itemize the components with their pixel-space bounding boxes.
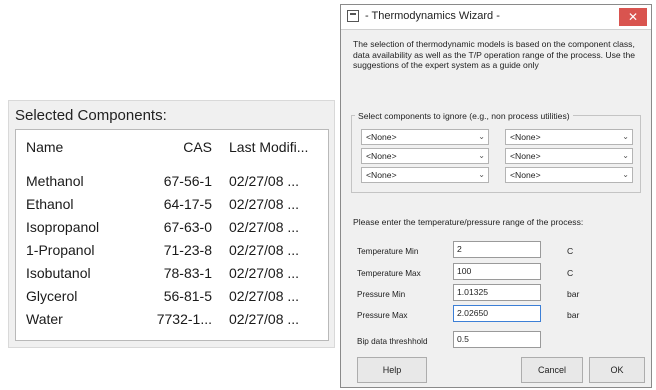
component-cas: 56-81-5 [163,288,212,304]
bip-threshold-input[interactable]: 0.5 [453,331,541,348]
temperature-min-input[interactable]: 2 [453,241,541,258]
selected-components-panel: Selected Components: Name CAS Last Modif… [8,100,335,348]
dialog-title: - Thermodynamics Wizard - [365,10,500,22]
component-row[interactable]: Methanol 67-56-1 02/27/08 ... [16,170,328,192]
components-list[interactable]: Name CAS Last Modifi... Methanol 67-56-1… [15,129,329,341]
ok-button[interactable]: OK [589,357,645,383]
temperature-max-label: Temperature Max [357,269,421,278]
range-instructions: Please enter the temperature/pressure ra… [353,217,584,227]
pressure-max-label: Pressure Max [357,311,408,320]
ignore-component-select[interactable]: <None> ⌄ [505,167,633,183]
chevron-down-icon: ⌄ [622,151,629,160]
component-last-modified: 02/27/08 ... [229,173,300,189]
help-button[interactable]: Help [357,357,427,383]
component-name: Glycerol [26,288,78,304]
select-value: <None> [366,132,397,142]
component-last-modified: 02/27/08 ... [229,265,300,281]
pressure-max-unit: bar [567,310,580,320]
component-name: Isobutanol [26,265,91,281]
ignore-component-select[interactable]: <None> ⌄ [505,148,633,164]
ignore-component-select[interactable]: <None> ⌄ [361,129,489,145]
dialog-titlebar[interactable]: - Thermodynamics Wizard - ✕ [341,5,651,30]
ignore-component-select[interactable]: <None> ⌄ [505,129,633,145]
app-window-icon [347,10,359,22]
component-last-modified: 02/27/08 ... [229,196,300,212]
component-last-modified: 02/27/08 ... [229,288,300,304]
column-header-cas[interactable]: CAS [146,136,212,158]
component-row[interactable]: Isopropanol 67-63-0 02/27/08 ... [16,216,328,238]
chevron-down-icon: ⌄ [622,170,629,179]
chevron-down-icon: ⌄ [478,132,485,141]
ignore-component-select[interactable]: <None> ⌄ [361,167,489,183]
intro-text: The selection of thermodynamic models is… [353,39,636,70]
pressure-max-input[interactable]: 2.02650 [453,305,541,322]
select-value: <None> [510,151,541,161]
temperature-max-unit: C [567,268,574,278]
component-last-modified: 02/27/08 ... [229,311,300,327]
select-value: <None> [366,170,397,180]
ignore-component-select[interactable]: <None> ⌄ [361,148,489,164]
component-cas: 64-17-5 [163,196,212,212]
component-name: Water [26,311,63,327]
select-value: <None> [510,170,541,180]
component-last-modified: 02/27/08 ... [229,219,300,235]
pressure-min-input[interactable]: 1.01325 [453,284,541,301]
temperature-min-label: Temperature Min [357,247,419,256]
component-name: Isopropanol [26,219,100,235]
column-header-name[interactable]: Name [26,136,146,158]
component-cas: 67-56-1 [163,173,212,189]
thermodynamics-wizard-dialog: - Thermodynamics Wizard - ✕ The selectio… [340,4,652,388]
pressure-min-label: Pressure Min [357,290,406,299]
temperature-min-unit: C [567,246,574,256]
chevron-down-icon: ⌄ [622,132,629,141]
component-cas: 7732-1... [156,311,212,327]
close-button[interactable]: ✕ [619,8,647,26]
ignore-components-group-title: Select components to ignore (e.g., non p… [355,111,573,121]
component-row[interactable]: 1-Propanol 71-23-8 02/27/08 ... [16,239,328,261]
component-cas: 67-63-0 [163,219,212,235]
component-name: 1-Propanol [26,242,95,258]
component-row[interactable]: Water 7732-1... 02/27/08 ... [16,308,328,330]
components-list-header: Name CAS Last Modifi... [16,136,328,158]
component-cas: 78-83-1 [163,265,212,281]
bip-threshold-label: Bip data threshhold [357,337,428,346]
selected-components-heading: Selected Components: [15,107,167,124]
temperature-max-input[interactable]: 100 [453,263,541,280]
select-value: <None> [366,151,397,161]
chevron-down-icon: ⌄ [478,151,485,160]
component-name: Methanol [26,173,84,189]
component-name: Ethanol [26,196,74,212]
pressure-min-unit: bar [567,289,580,299]
component-row[interactable]: Ethanol 64-17-5 02/27/08 ... [16,193,328,215]
component-row[interactable]: Isobutanol 78-83-1 02/27/08 ... [16,262,328,284]
component-row[interactable]: Glycerol 56-81-5 02/27/08 ... [16,285,328,307]
component-last-modified: 02/27/08 ... [229,242,300,258]
chevron-down-icon: ⌄ [478,170,485,179]
column-header-last-modified[interactable]: Last Modifi... [229,136,324,158]
select-value: <None> [510,132,541,142]
component-cas: 71-23-8 [163,242,212,258]
cancel-button[interactable]: Cancel [521,357,583,383]
